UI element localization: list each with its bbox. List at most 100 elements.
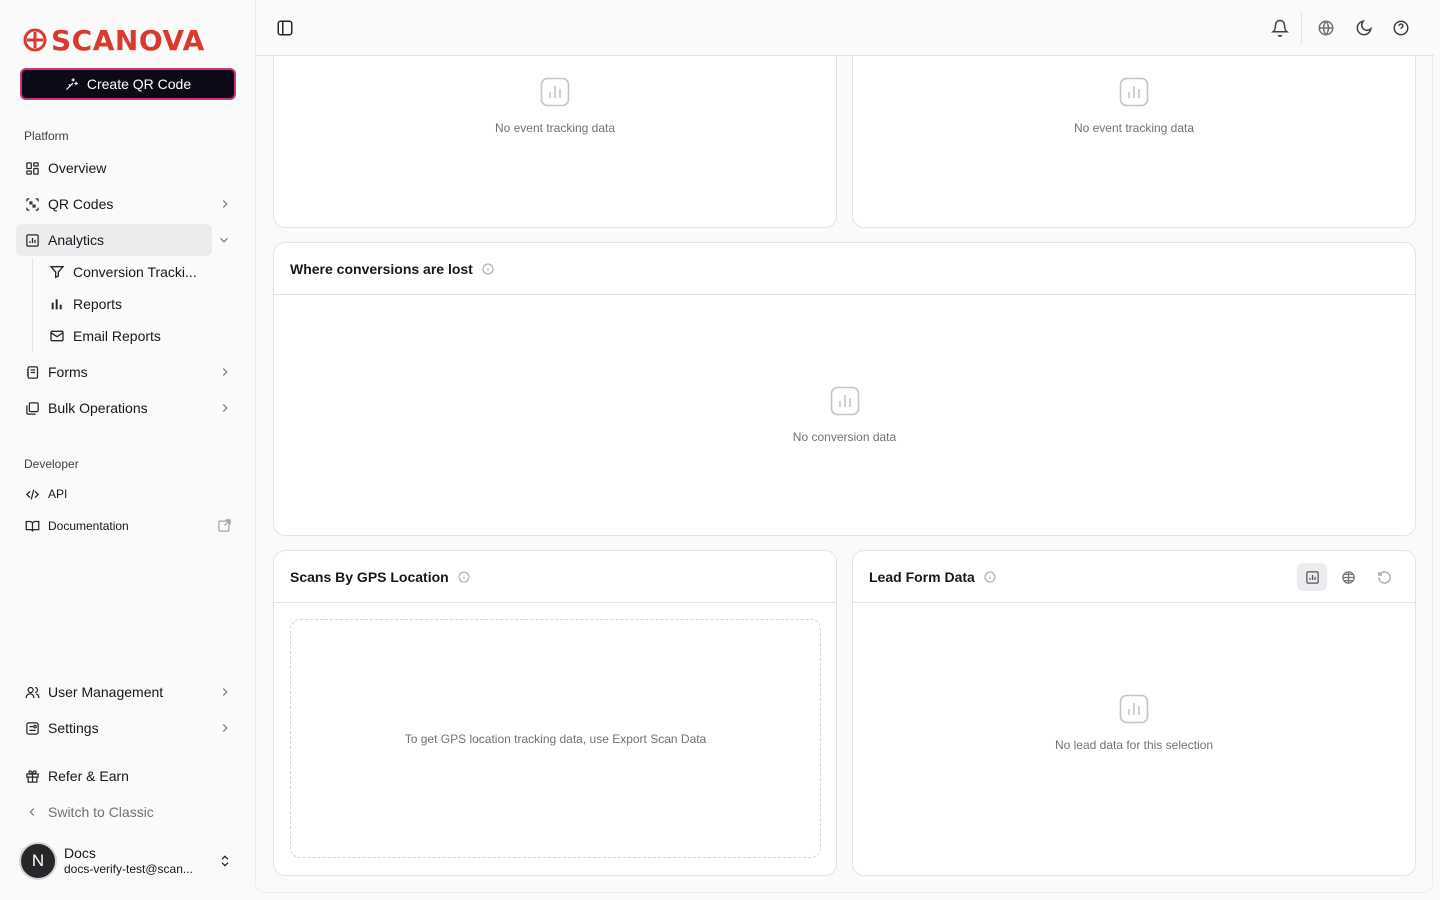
chart-view-button[interactable] (1297, 563, 1327, 591)
code-icon (24, 486, 40, 502)
event-tracking-card-right: No event tracking data (852, 30, 1416, 228)
user-name: Docs (64, 844, 96, 861)
form-icon (24, 364, 40, 380)
event-tracking-card-left: No event tracking data (273, 30, 837, 228)
developer-section-label: Developer (24, 457, 79, 471)
empty-state-text: No lead data for this selection (1054, 738, 1214, 752)
sidebar-item-label: User Management (48, 684, 164, 700)
chart-placeholder-icon (540, 77, 570, 107)
sidebar-item-label: Documentation (48, 519, 129, 533)
sidebar-item-qr-codes[interactable]: QR Codes (16, 188, 240, 220)
table-view-button[interactable] (1333, 563, 1363, 591)
sidebar-item-bulk-operations[interactable]: Bulk Operations (16, 392, 240, 424)
sidebar-item-refer-earn[interactable]: Refer & Earn (16, 760, 240, 792)
sidebar-item-label: Forms (48, 364, 88, 380)
refresh-button[interactable] (1369, 563, 1399, 591)
conversions-lost-card: Where conversions are lost No conversion… (273, 242, 1416, 536)
create-qr-code-label: Create QR Code (86, 76, 192, 92)
sidebar-item-documentation[interactable]: Documentation (16, 510, 240, 542)
empty-state-text: No event tracking data (1073, 121, 1195, 135)
lead-form-card: Lead Form Data No lead data for this sel… (852, 550, 1416, 876)
chevron-right-icon (222, 404, 228, 412)
sidebar-item-label: Refer & Earn (48, 768, 129, 784)
sidebar-item-analytics[interactable]: Analytics (16, 224, 212, 256)
chevron-right-icon (222, 200, 228, 208)
gps-location-card: Scans By GPS Location To get GPS locatio… (273, 550, 837, 876)
sidebar-subitem-label: Email Reports (73, 328, 161, 344)
chevron-left-icon (24, 804, 40, 820)
brand-name: SCANOVA (51, 23, 205, 57)
chevrons-up-down-icon (221, 855, 229, 867)
logo-mark-icon (23, 28, 47, 52)
boxes-icon (24, 400, 40, 416)
sidebar-item-label: Overview (48, 160, 107, 176)
empty-state: No event tracking data (274, 77, 836, 135)
info-icon[interactable] (482, 263, 494, 275)
bell-icon[interactable] (1271, 19, 1289, 37)
gift-icon (24, 768, 40, 784)
platform-section-label: Platform (24, 129, 69, 143)
sidebar-item-api[interactable]: API (16, 478, 240, 510)
empty-state: No conversion data (274, 386, 1415, 444)
sidebar-subitem-label: Reports (73, 296, 123, 312)
top-bar (256, 0, 1434, 56)
users-icon (24, 684, 40, 700)
sidebar-toggle-icon[interactable] (276, 19, 294, 37)
refresh-icon (1377, 570, 1391, 584)
grid-table-icon (1341, 570, 1355, 584)
sidebar-item-user-management[interactable]: User Management (16, 676, 240, 708)
submenu-rail (32, 258, 33, 352)
sidebar-item-forms[interactable]: Forms (16, 356, 240, 388)
card-title: Where conversions are lost (290, 260, 473, 277)
mail-icon (50, 330, 64, 342)
sidebar-item-label: QR Codes (48, 196, 114, 212)
moon-icon[interactable] (1355, 19, 1373, 37)
gps-placeholder-text: To get GPS location tracking data, use E… (404, 731, 707, 746)
sidebar-item-label: Switch to Classic (48, 804, 154, 820)
sidebar-item-switch-to-classic[interactable]: Switch to Classic (16, 796, 240, 828)
card-title: Lead Form Data (869, 568, 975, 585)
sidebar: SCANOVA Create QR Code Platform Overview… (0, 0, 255, 900)
empty-state-text: No conversion data (792, 430, 897, 444)
empty-state: No event tracking data (853, 77, 1415, 135)
sidebar-item-settings[interactable]: Settings (16, 712, 240, 744)
chevron-right-icon (222, 368, 228, 376)
chevron-right-icon (222, 724, 228, 732)
chevron-right-icon (222, 688, 228, 696)
sidebar-subitem-conversion-tracking[interactable]: Conversion Tracki... (41, 258, 221, 286)
empty-state: No lead data for this selection (853, 694, 1415, 752)
user-email: docs-verify-test@scan... (64, 862, 193, 877)
topbar-divider (1301, 12, 1302, 44)
sidebar-item-label: API (48, 487, 68, 501)
grid-icon (24, 160, 40, 176)
sparkles-icon (66, 78, 78, 90)
sidebar-subitem-label: Conversion Tracki... (73, 264, 197, 280)
sidebar-subitem-email-reports[interactable]: Email Reports (41, 322, 221, 350)
globe-language-icon[interactable] (1317, 19, 1335, 37)
bar-chart-icon (24, 232, 40, 248)
book-icon (24, 518, 40, 534)
chart-placeholder-icon (1119, 694, 1149, 724)
user-account-menu[interactable]: N Docs docs-verify-test@scan... (16, 838, 240, 884)
brand-logo[interactable]: SCANOVA (23, 23, 205, 57)
empty-state-text: No event tracking data (494, 121, 616, 135)
card-title: Scans By GPS Location (290, 568, 449, 585)
sidebar-item-overview[interactable]: Overview (16, 152, 240, 184)
sidebar-subitem-reports[interactable]: Reports (41, 290, 221, 318)
sidebar-item-label: Settings (48, 720, 99, 736)
help-icon[interactable] (1392, 19, 1410, 37)
create-qr-code-button[interactable]: Create QR Code (20, 68, 236, 100)
card-header: Scans By GPS Location (274, 551, 836, 603)
card-header: Where conversions are lost (274, 243, 1415, 295)
info-icon[interactable] (984, 571, 996, 583)
chevron-down-icon[interactable] (217, 233, 231, 247)
bars-icon (51, 299, 62, 310)
chart-placeholder-icon (1119, 77, 1149, 107)
settings-icon (24, 720, 40, 736)
avatar: N (19, 842, 57, 880)
qr-scan-icon (24, 196, 40, 212)
chart-placeholder-icon (830, 386, 859, 416)
card-header: Lead Form Data (853, 551, 1415, 603)
external-link-icon (218, 519, 231, 532)
info-icon[interactable] (458, 571, 470, 583)
